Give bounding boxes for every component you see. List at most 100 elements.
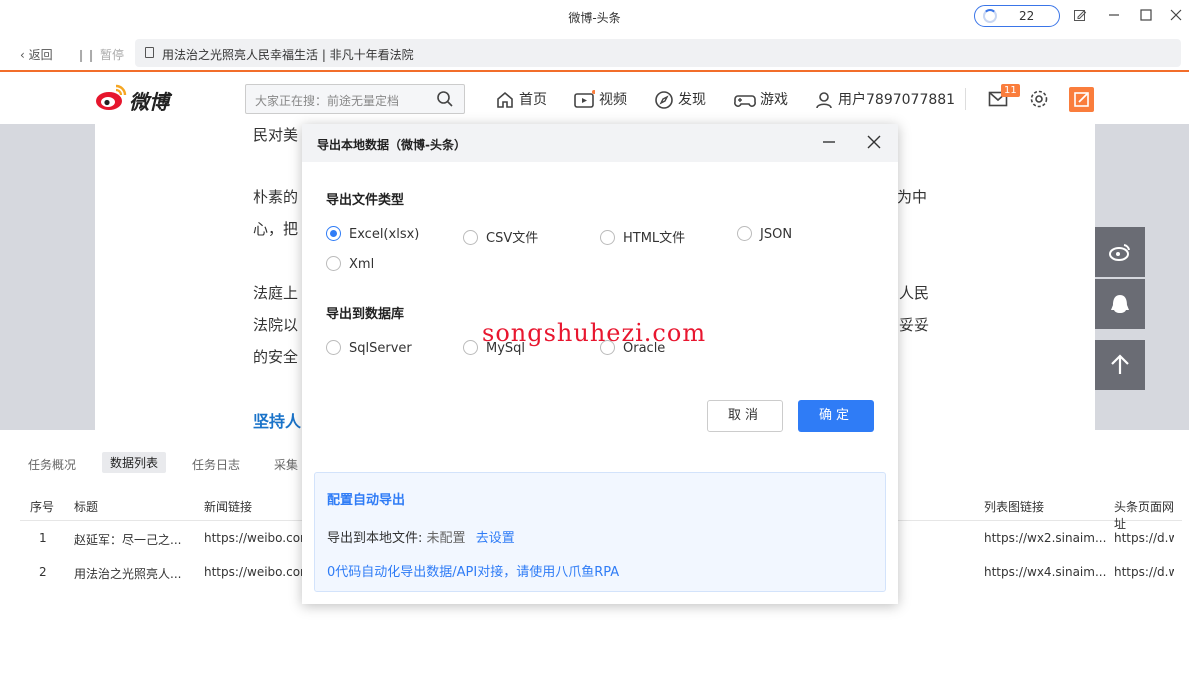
database-label: 导出到数据库 [326,307,405,322]
radio-unchecked-icon [600,230,615,245]
address-bar[interactable]: 用法治之光照亮人民幸福生活 | 非凡十年看法院 [135,39,1181,67]
column-header: 序号 [30,500,55,514]
column-header: 标题 [74,500,99,514]
article-text: 的安全 [253,348,299,366]
minimize-icon[interactable] [1105,8,1123,26]
watermark: songshuhezi.com [482,319,707,347]
radio-excel[interactable]: Excel(xlsx) [326,226,419,242]
auto-export-box: 配置自动导出 导出到本地文件: 未配置 去设置 0代码自动化导出数据/API对接… [314,472,886,592]
search-placeholder: 大家正在搜：前途无量定档 [255,94,400,108]
compose-button[interactable] [1069,87,1094,112]
dialog-header: 导出本地数据（微博-头条） [302,124,898,162]
user-icon [816,92,832,109]
article-text: 心，把 [253,220,299,238]
row-page-url: https://d.w [1114,565,1174,579]
message-badge: 11 [1001,84,1020,97]
radio-unchecked-icon [737,226,752,241]
article-text: 法庭上 [253,284,299,302]
radio-unchecked-icon [326,256,341,271]
compose-icon [1074,92,1089,107]
browser-nav-bar: ‹ 返回 ❙❙ 暂停 用法治之光照亮人民幸福生活 | 非凡十年看法院 [0,34,1189,72]
radio-xml[interactable]: Xml [326,256,374,272]
nav-video[interactable]: 视频 [573,89,627,110]
radio-sqlserver[interactable]: SqlServer [326,340,412,356]
search-icon[interactable] [436,90,454,108]
nav-discover[interactable]: 发现 [654,89,706,110]
column-header: 新闻链接 [204,500,253,514]
radio-json[interactable]: JSON [737,226,792,242]
weibo-share-icon [1109,244,1130,261]
article-text: 朴素的 [253,188,299,206]
cancel-button[interactable]: 取消 [707,400,783,432]
pause-icon: ❙❙ [76,48,97,62]
pause-button[interactable]: ❙❙ 暂停 [76,46,124,63]
row-title: 赵延军：尽一己之... [74,533,182,547]
video-icon [574,90,595,108]
radio-csv[interactable]: CSV文件 [463,227,538,246]
back-to-top-button[interactable] [1095,340,1145,390]
share-weibo-button[interactable] [1095,227,1145,277]
maximize-icon[interactable] [1137,8,1155,26]
minimize-icon[interactable] [821,134,837,150]
article-text: 妥妥 [899,316,930,334]
article-text: 民对美 [253,126,299,144]
close-icon[interactable] [866,134,882,150]
home-icon [497,91,513,108]
weibo-logo-icon[interactable] [94,82,128,112]
page-url-title: 用法治之光照亮人民幸福生活 | 非凡十年看法院 [162,48,414,62]
row-link: https://weibo.com [204,531,312,545]
auto-export-file-row: 导出到本地文件: 未配置 去设置 [327,531,515,546]
edit-icon[interactable] [1071,8,1089,26]
radio-checked-icon [326,226,341,241]
dialog-title: 导出本地数据（微博-头条） [317,138,466,152]
radio-unchecked-icon [463,340,478,355]
auto-export-title: 配置自动导出 [327,493,406,508]
radio-unchecked-icon [326,340,341,355]
search-input[interactable]: 大家正在搜：前途无量定档 [245,84,465,114]
weibo-header: 微博 大家正在搜：前途无量定档 首页 视频 发现 游戏 用户7897077881… [0,74,1189,124]
nav-games[interactable]: 游戏 [734,89,788,110]
divider [965,88,966,110]
row-number: 1 [39,531,47,545]
nav-user[interactable]: 用户7897077881 [814,89,955,110]
tab-overview[interactable]: 任务概况 [28,456,76,473]
loading-spinner-icon [983,9,997,23]
tab-data-list[interactable]: 数据列表 [102,452,167,473]
row-number: 2 [39,565,47,579]
close-window-icon[interactable] [1167,8,1185,26]
nav-home[interactable]: 首页 [495,89,547,110]
arrow-up-icon [1111,354,1129,374]
file-type-label: 导出文件类型 [326,193,405,208]
row-image-link: https://wx2.sinaim... [984,531,1107,545]
gamepad-icon [734,95,756,107]
article-text: 人民 [899,284,930,302]
rpa-link[interactable]: 0代码自动化导出数据/API对接，请使用八爪鱼RPA [327,561,619,580]
document-icon [145,47,154,58]
share-qq-button[interactable] [1095,279,1145,329]
file-status: 未配置 [426,531,466,546]
radio-html[interactable]: HTML文件 [600,227,685,246]
radio-unchecked-icon [463,230,478,245]
confirm-button[interactable]: 确定 [798,400,874,432]
column-header: 列表图链接 [984,500,1045,514]
gear-icon[interactable] [1029,89,1049,109]
go-settings-link[interactable]: 去设置 [476,531,515,546]
compass-icon [655,91,673,109]
qq-icon [1111,295,1129,313]
article-text: 为中 [897,188,928,206]
tab-collect[interactable]: 采集 [274,456,298,473]
tab-task-log[interactable]: 任务日志 [192,456,240,473]
weibo-logo-text: 微博 [129,90,169,114]
chevron-left-icon: ‹ [20,48,25,62]
task-count: 22 [1019,9,1035,23]
article-heading: 坚持人 [253,412,302,431]
back-button[interactable]: ‹ 返回 [20,46,53,63]
article-text: 法院以 [253,316,299,334]
title-bar: 微博-头条 22 [0,0,1189,34]
row-image-link: https://wx4.sinaim... [984,565,1107,579]
task-counter-button[interactable]: 22 [974,5,1060,27]
export-dialog: 导出本地数据（微博-头条） 导出文件类型 Excel(xlsx) CSV文件 H… [302,124,898,604]
row-title: 用法治之光照亮人... [74,567,182,581]
row-page-url: https://d.w [1114,531,1174,545]
row-link: https://weibo.com [204,565,312,579]
